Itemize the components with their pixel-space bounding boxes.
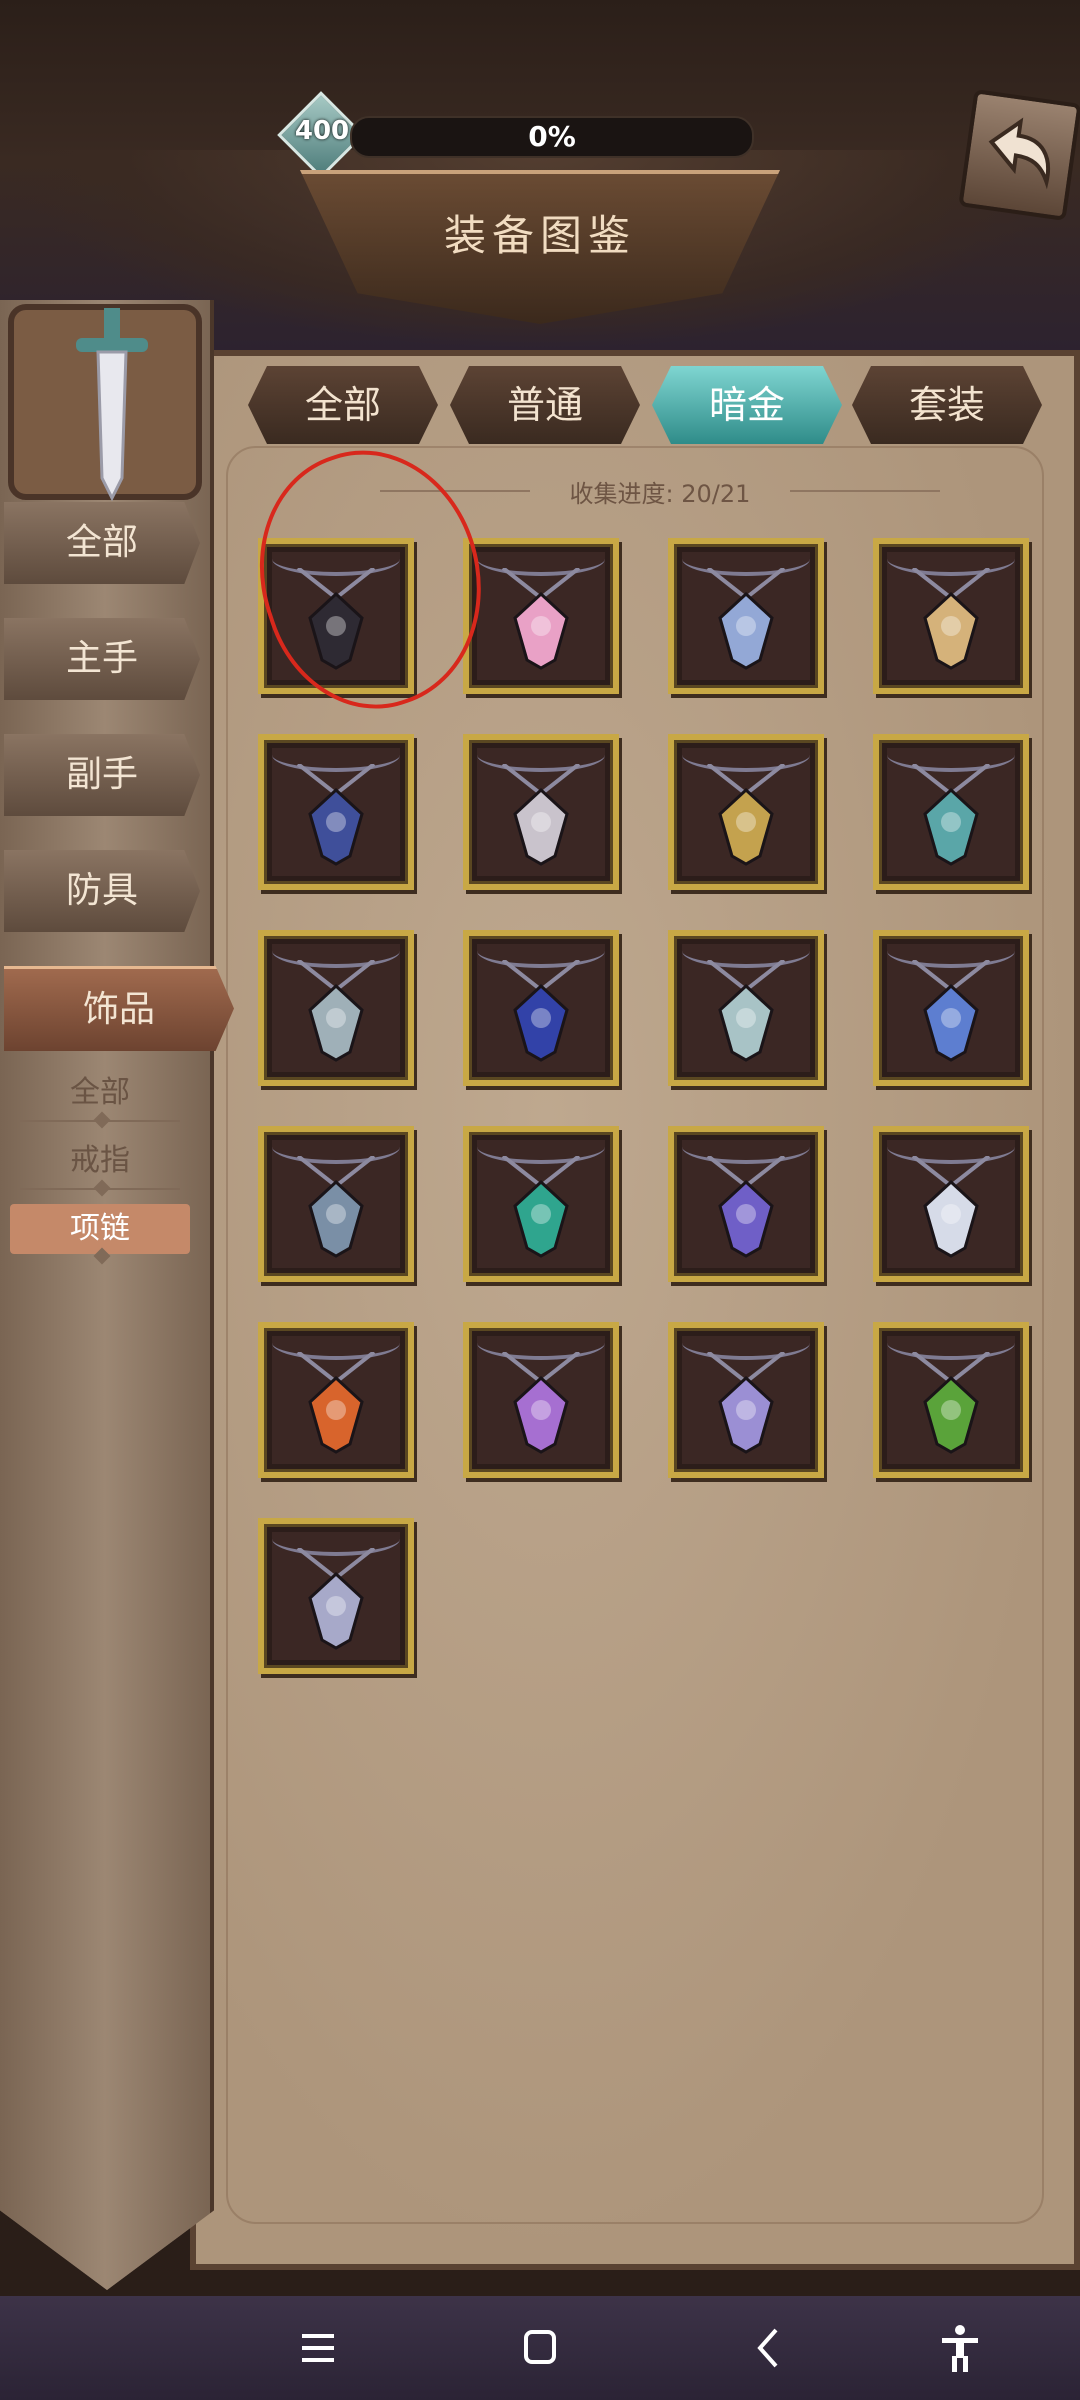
tab-set[interactable]: 套装 [852, 366, 1042, 444]
equipment-slot[interactable] [873, 734, 1029, 890]
menu-icon[interactable] [288, 2320, 348, 2376]
emerald-orb-pendant-icon [501, 1156, 581, 1258]
lion-head-pendant-icon [706, 764, 786, 866]
serpent-pendant-icon [296, 1156, 376, 1258]
page-title: 装备图鉴 [443, 211, 636, 260]
rarity-tabs: 全部 普通 暗金 套装 [248, 366, 1048, 448]
equipment-slot[interactable] [258, 734, 414, 890]
rose-shield-pendant-icon [501, 764, 581, 866]
cyan-gear-amulet-icon [706, 960, 786, 1062]
equipment-slot[interactable] [668, 1322, 824, 1478]
sidebar [0, 300, 214, 2290]
tab-all[interactable]: 全部 [248, 366, 438, 444]
witch-eye-pendant-icon [911, 960, 991, 1062]
collection-progress-label: 收集进度: 20/21 [569, 480, 751, 508]
ghost-skull-pendant-icon [296, 1548, 376, 1650]
sword-icon [76, 308, 148, 502]
blue-gem-pendant-icon [706, 568, 786, 670]
equipment-slot[interactable] [668, 930, 824, 1086]
tab-normal[interactable]: 普通 [450, 366, 640, 444]
equipment-slot[interactable] [668, 1126, 824, 1282]
equipment-slot[interactable] [463, 1126, 619, 1282]
equipment-slot[interactable] [463, 538, 619, 694]
green-potion-pendant-icon [911, 1352, 991, 1454]
equipment-slot[interactable] [668, 734, 824, 890]
purple-seal-pendant-icon [706, 1156, 786, 1258]
equipment-slot[interactable] [668, 538, 824, 694]
system-navigation-bar [0, 2296, 1080, 2400]
completion-progress-bar: 0% [350, 116, 754, 158]
home-icon[interactable] [510, 2320, 570, 2376]
sidebar-item-armor[interactable]: 防具 [4, 850, 200, 932]
equipment-slot[interactable] [463, 930, 619, 1086]
divider-right [790, 490, 940, 492]
tab-dark-gold[interactable]: 暗金 [652, 366, 842, 444]
pink-flame-necklace-icon [501, 568, 581, 670]
lightning-pendant-icon [911, 1156, 991, 1258]
subcategory-necklace[interactable]: 项链 [10, 1204, 190, 1254]
equipment-slot[interactable] [258, 1126, 414, 1282]
equipment-slot[interactable] [873, 1126, 1029, 1282]
equipment-slot[interactable] [258, 1322, 414, 1478]
equipment-slot[interactable] [463, 1322, 619, 1478]
subcategory-ring[interactable]: 戒指 [10, 1136, 190, 1186]
sidebar-item-accessories[interactable]: 饰品 [4, 966, 234, 1051]
cross-shield-pendant-icon [911, 568, 991, 670]
back-nav-icon[interactable] [740, 2320, 800, 2376]
chained-hood-pendant-icon [501, 1352, 581, 1454]
return-arrow-icon [988, 117, 1050, 190]
equipment-slot[interactable] [873, 930, 1029, 1086]
equipment-slot[interactable] [873, 538, 1029, 694]
violet-crystal-pendant-icon [706, 1352, 786, 1454]
compass-amulet-icon [296, 764, 376, 866]
blue-heart-pendant-icon [501, 960, 581, 1062]
fire-crystal-pendant-icon [296, 1352, 376, 1454]
sidebar-item-all[interactable]: 全部 [4, 502, 200, 584]
equipment-slot[interactable] [258, 930, 414, 1086]
equipment-slot[interactable] [463, 734, 619, 890]
back-button[interactable] [958, 89, 1080, 221]
equipment-slot[interactable] [873, 1322, 1029, 1478]
accessibility-icon[interactable] [930, 2320, 990, 2376]
crescent-moon-pendant-icon [911, 764, 991, 866]
category-weapon-emblem [8, 304, 202, 502]
equipment-slot[interactable] [258, 1518, 414, 1674]
progress-text: 0% [528, 120, 576, 153]
sidebar-item-off-hand[interactable]: 副手 [4, 734, 200, 816]
subcategory-all[interactable]: 全部 [10, 1068, 190, 1118]
silver-disc-amulet-icon [296, 960, 376, 1062]
sidebar-item-main-hand[interactable]: 主手 [4, 618, 200, 700]
